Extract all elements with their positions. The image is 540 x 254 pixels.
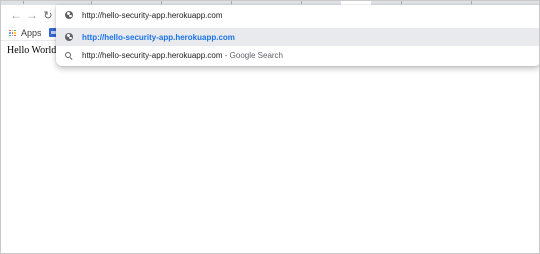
address-input[interactable]: http://hello-security-app.herokuapp.com [82, 11, 223, 20]
back-button[interactable]: ← [9, 8, 23, 22]
globe-icon [64, 33, 73, 42]
apps-grid-dot [14, 34, 16, 36]
omnibox-suggestion-url[interactable]: http://hello-security-app.herokuapp.com [56, 28, 539, 46]
tab-separator [91, 1, 92, 4]
tab-separator [23, 1, 24, 4]
tab-separator [231, 1, 232, 4]
page-content: Hello World! [1, 41, 539, 253]
apps-grid-dot [14, 29, 16, 31]
apps-grid-dot [11, 32, 13, 34]
arrow-left-icon: ← [10, 8, 22, 22]
suggestion-url-text: http://hello-security-app.herokuapp.com [82, 32, 235, 42]
apps-grid-dot [9, 29, 11, 31]
apps-grid-dot [11, 29, 13, 31]
suggestion-search-suffix: - Google Search [222, 50, 284, 60]
arrow-right-icon: → [26, 8, 38, 22]
apps-grid-dot [11, 34, 13, 36]
omnibox-dropdown: http://hello-security-app.herokuapp.com … [56, 5, 539, 66]
reload-button[interactable]: ↻ [41, 8, 55, 22]
address-bar[interactable]: http://hello-security-app.herokuapp.com [56, 5, 539, 25]
suggestion-search-line: http://hello-security-app.herokuapp.com … [82, 51, 283, 60]
apps-grid-dot [9, 32, 11, 34]
forward-button[interactable]: → [25, 8, 39, 22]
suggestion-search-text: http://hello-security-app.herokuapp.com [82, 50, 223, 60]
globe-icon [64, 11, 73, 20]
omnibox-suggestion-search[interactable]: http://hello-security-app.herokuapp.com … [56, 46, 539, 64]
page-body-text: Hello World! [7, 45, 60, 56]
reload-icon: ↻ [43, 9, 53, 22]
tab-separator [401, 1, 402, 4]
tab-separator [471, 1, 472, 4]
apps-label: Apps [21, 28, 42, 38]
apps-grid-dot [14, 32, 16, 34]
apps-grid-dot [9, 34, 11, 36]
apps-grid-icon [9, 29, 16, 37]
tab-separator [161, 1, 162, 4]
tab-separator [301, 1, 302, 4]
browser-window: ← → ↻ Apps Hello World! http://hello-sec… [0, 0, 540, 254]
search-icon [64, 51, 73, 60]
apps-shortcut[interactable]: Apps [9, 26, 42, 40]
